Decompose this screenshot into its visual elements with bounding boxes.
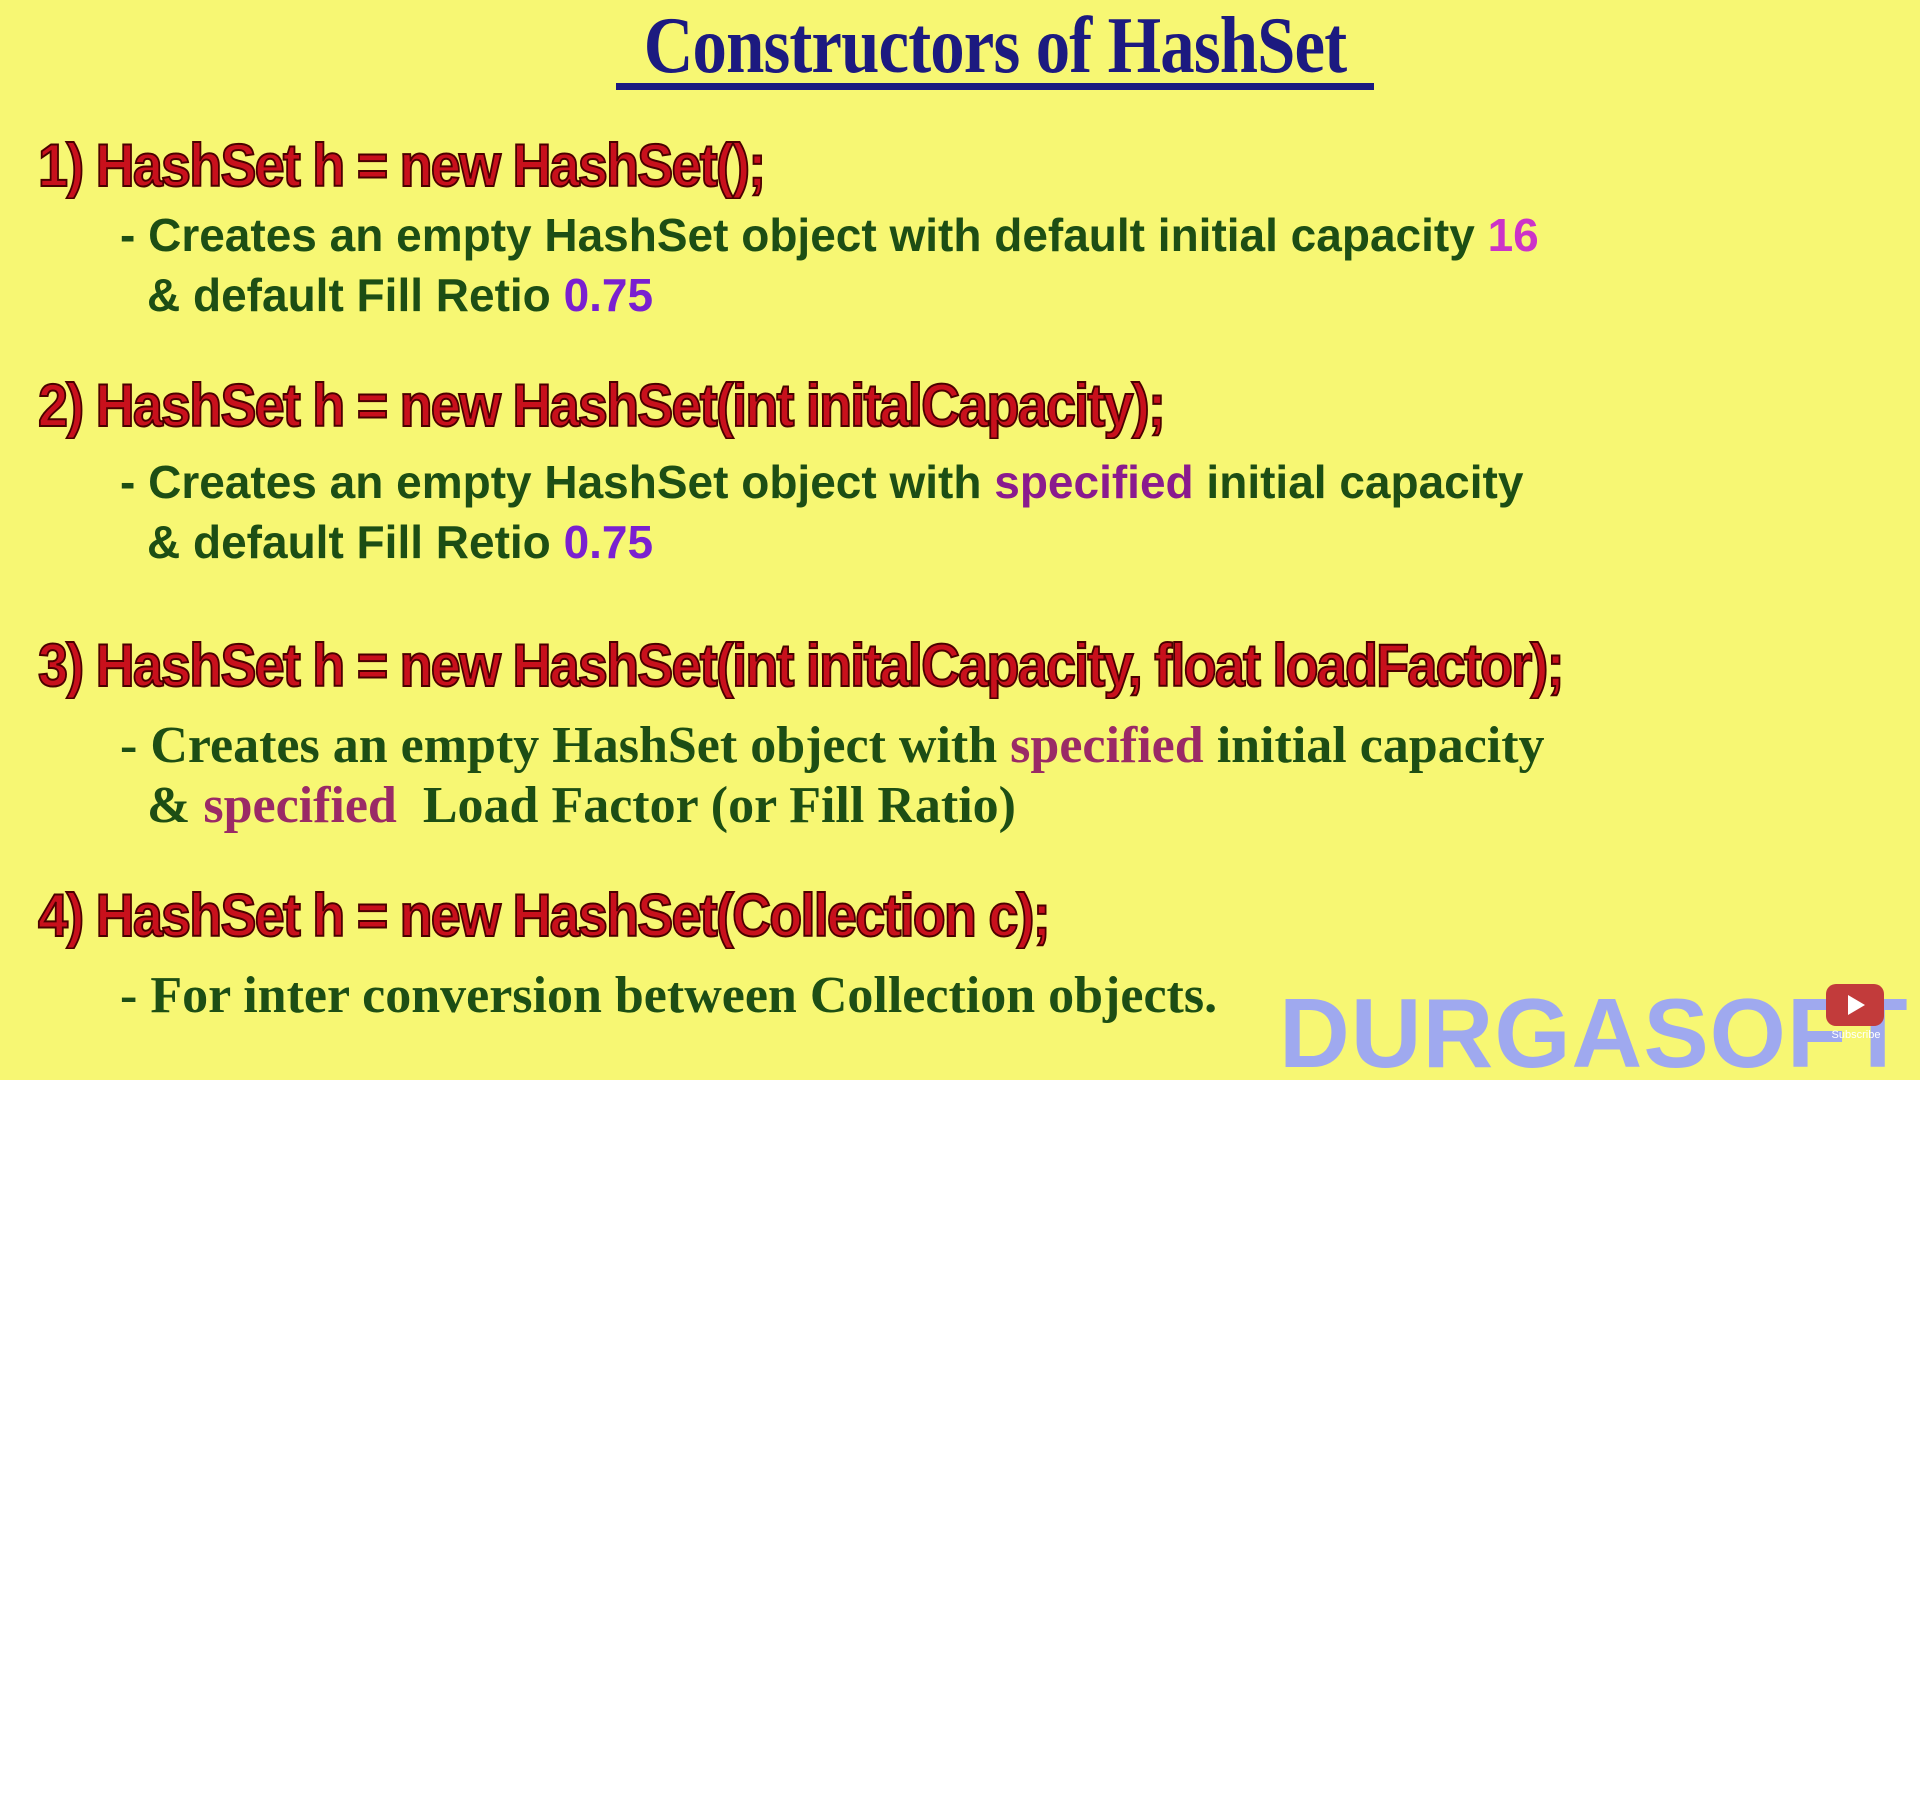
description-text: - Creates an empty HashSet object with d… [120, 209, 1488, 261]
constructor-1-description-line-1: - Creates an empty HashSet object with d… [120, 205, 1539, 265]
constructor-1-description-line-2: & default Fill Retio 0.75 [147, 265, 653, 325]
specified-keyword: specified [203, 777, 397, 834]
fill-ratio-value: 0.75 [563, 269, 654, 321]
description-text: & [147, 777, 204, 834]
specified-keyword: specified [1010, 717, 1204, 774]
constructor-4-signature: 4) HashSet h = new HashSet(Collection c)… [37, 881, 1052, 950]
constructor-1-signature: 1) HashSet h = new HashSet(); [37, 131, 767, 200]
description-text: Load Factor (or Fill Ratio) [396, 777, 1016, 834]
fill-ratio-value: 0.75 [563, 516, 654, 568]
title-underline [616, 83, 1374, 90]
play-icon [1848, 995, 1865, 1015]
description-text: - Creates an empty HashSet object with [120, 717, 1011, 774]
constructor-3-description-line-2: & specified Load Factor (or Fill Ratio) [147, 776, 1016, 836]
page-title: Constructors of HashSet [643, 2, 1347, 90]
specified-keyword: specified [994, 456, 1194, 508]
constructor-2-signature: 2) HashSet h = new HashSet(int initalCap… [37, 371, 1167, 440]
description-text: & default Fill Retio [147, 516, 564, 568]
youtube-subscribe-button[interactable] [1826, 984, 1884, 1026]
default-capacity-value: 16 [1487, 209, 1539, 261]
durgasoft-watermark: DURGASOFT [1279, 978, 1909, 1080]
description-text: initial capacity [1203, 717, 1545, 774]
subscribe-caption: Subscribe [1831, 1029, 1881, 1041]
description-text: - Creates an empty HashSet object with [120, 456, 995, 508]
slide: Constructors of HashSet 1) HashSet h = n… [0, 0, 1920, 1080]
constructor-3-signature: 3) HashSet h = new HashSet(int initalCap… [37, 631, 1565, 700]
constructor-2-description-line-1: - Creates an empty HashSet object with s… [120, 452, 1523, 512]
constructor-2-description-line-2: & default Fill Retio 0.75 [147, 512, 653, 572]
description-text: initial capacity [1193, 456, 1524, 508]
description-text: & default Fill Retio [147, 269, 564, 321]
constructor-3-description-line-1: - Creates an empty HashSet object with s… [120, 716, 1545, 776]
constructor-4-description-line-1: - For inter conversion between Collectio… [120, 967, 1218, 1024]
